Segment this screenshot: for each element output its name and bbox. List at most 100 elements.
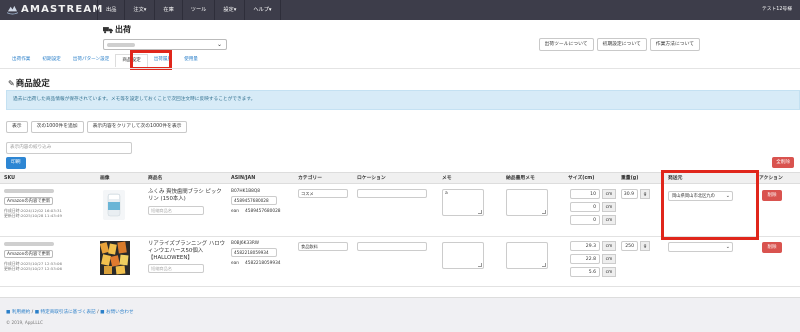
size-unit: cm (602, 189, 616, 199)
size-unit: cm (602, 254, 616, 264)
resize-handle-icon (542, 263, 546, 267)
divider (0, 68, 800, 69)
col-name: 商品名 (148, 176, 163, 181)
delete-row-button[interactable]: 削除 (762, 242, 782, 253)
memo-value: a (445, 191, 448, 196)
filter-input[interactable]: 表示内容の絞り込み (6, 142, 132, 154)
col-asin-jan: ASIN/JAN (231, 176, 256, 181)
origin-select[interactable]: ⌄ (668, 242, 733, 252)
col-memo: メモ (442, 176, 452, 181)
ean-value: 4589457680028 (245, 209, 281, 214)
nav-item-help[interactable]: ヘルプ▾ (244, 0, 281, 20)
short-name-input[interactable]: 短縮商品名 (148, 206, 204, 215)
tab-shipping-pattern[interactable]: 出荷パターン設定 (67, 54, 116, 66)
footer-links: ■ 利用規約 / ■ 特定商取引法に基づく表記 / ■ お問い合わせ (6, 309, 134, 315)
location-input[interactable] (357, 189, 427, 198)
edit-icon: ✎ (8, 78, 15, 88)
size-length-input[interactable]: 29.3 (570, 241, 600, 251)
size-height-input[interactable]: 0 (570, 215, 600, 225)
terms-link[interactable]: 利用規約 (12, 310, 30, 315)
section-title: ✎ 商品設定 (8, 77, 50, 90)
chevron-down-icon: ⌄ (725, 244, 730, 250)
main-menu: 出品 注文▾ 在庫 ツール 設定▾ ヘルプ▾ (97, 0, 281, 20)
user-menu[interactable]: テスト12号様 (762, 0, 792, 20)
weight-unit: g (640, 241, 650, 251)
delete-all-button[interactable]: 全削除 (772, 157, 794, 168)
resize-handle-icon (542, 210, 546, 214)
print-button[interactable]: 印刷 (6, 157, 26, 169)
brand-name: AMASTREAM (21, 4, 104, 15)
size-unit: cm (602, 241, 616, 251)
clear-and-show-next-button[interactable]: 表示内容をクリアして次の1000件を表示 (86, 121, 188, 133)
footer: ■ 利用規約 / ■ 特定商取引法に基づく表記 / ■ お問い合わせ © 201… (0, 297, 800, 332)
page-title: 出荷 (103, 24, 131, 35)
work-method-about-button[interactable]: 作業方法について (649, 38, 700, 51)
size-height-input[interactable]: 5.6 (570, 267, 600, 277)
col-category: カテゴリー (298, 176, 322, 181)
asin-value: B0BJ6K33RW (231, 241, 259, 246)
updated-at: 更新日時:2025/10/28 11:43:49 (4, 213, 63, 219)
nav-item-orders[interactable]: 注文▾ (124, 0, 154, 20)
category-input[interactable]: 食品飲料 (298, 242, 348, 251)
weight-unit: g (640, 189, 650, 199)
sku-value-redacted (4, 242, 54, 246)
nav-item-settings[interactable]: 設定▾ (214, 0, 244, 20)
asin-value: B07HK1B8Q8 (231, 189, 260, 194)
initial-settings-about-button[interactable]: 初期設定について (596, 38, 647, 51)
col-slip-memo: 納品書用メモ (506, 176, 535, 181)
info-alert: 過去に出荷した商品情報が保存されています。メモ等を設定しておくことで次回注文時に… (6, 90, 800, 110)
col-weight: 重量(g) (621, 176, 639, 181)
memo-textarea[interactable]: a (442, 189, 484, 216)
add-next-1000-button[interactable]: 次の1000件を追加 (30, 121, 84, 133)
short-name-input[interactable]: 短縮商品名 (148, 264, 204, 273)
store-name-redacted (107, 43, 135, 47)
section-title-text: 商品設定 (15, 79, 50, 89)
nav-item-inventory[interactable]: 在庫 (154, 0, 181, 20)
memo-textarea[interactable] (442, 242, 484, 269)
jan-input[interactable]: 4589457680028 (231, 196, 277, 205)
page-title-text: 出荷 (115, 25, 131, 34)
help-buttons: 出荷ツールについて 初期設定について 作業方法について (538, 38, 700, 51)
resize-handle-icon (478, 210, 482, 214)
weight-input[interactable]: 250 (621, 241, 638, 251)
size-unit: cm (602, 215, 616, 225)
shipping-tool-about-button[interactable]: 出荷ツールについて (538, 38, 594, 51)
amazon-update-button[interactable]: Amazonの内容で更新 (4, 197, 54, 205)
jan-input[interactable]: 4582218059934 (231, 248, 277, 257)
chevron-down-icon: ⌄ (216, 41, 222, 48)
amazon-update-button[interactable]: Amazonの内容で更新 (4, 250, 54, 258)
show-button[interactable]: 表示 (6, 121, 28, 133)
col-sku: SKU (4, 176, 15, 181)
resize-handle-icon (478, 263, 482, 267)
contact-link[interactable]: お問い合わせ (106, 310, 134, 315)
location-input[interactable] (357, 242, 427, 251)
size-unit: cm (602, 202, 616, 212)
nav-item-tools[interactable]: ツール (181, 0, 215, 20)
commerce-law-link[interactable]: 特定商取引法に基づく表記 (41, 310, 96, 315)
col-action: アクション (759, 176, 783, 181)
col-size: サイズ(cm) (568, 176, 595, 181)
product-image (103, 190, 125, 220)
product-image (99, 241, 130, 275)
tab-initial-settings[interactable]: 初期設定 (36, 54, 66, 66)
category-input[interactable]: コスメ (298, 189, 348, 198)
store-select[interactable]: ⌄ (103, 39, 227, 50)
size-unit: cm (602, 267, 616, 277)
tab-usage[interactable]: 使用量 (178, 54, 204, 66)
product-name: ふくみ 爽快歯間ブラシ ピックリン (150本入) (148, 189, 222, 202)
nav-item-listing[interactable]: 出品 (97, 0, 124, 20)
slip-memo-textarea[interactable] (506, 189, 548, 216)
size-length-input[interactable]: 10 (570, 189, 600, 199)
tab-shipping-work[interactable]: 出荷作業 (6, 54, 36, 66)
sku-value-redacted (4, 189, 54, 193)
bullet-icon: ■ (100, 310, 105, 315)
brand-logo-icon (7, 5, 18, 15)
delete-row-button[interactable]: 削除 (762, 190, 782, 201)
size-width-input[interactable]: 0 (570, 202, 600, 212)
col-location: ロケーション (357, 176, 386, 181)
col-image: 画像 (100, 176, 110, 181)
size-width-input[interactable]: 22.8 (570, 254, 600, 264)
weight-input[interactable]: 30.9 (621, 189, 638, 199)
brand-logo[interactable]: AMASTREAM (7, 4, 103, 15)
slip-memo-textarea[interactable] (506, 242, 548, 269)
